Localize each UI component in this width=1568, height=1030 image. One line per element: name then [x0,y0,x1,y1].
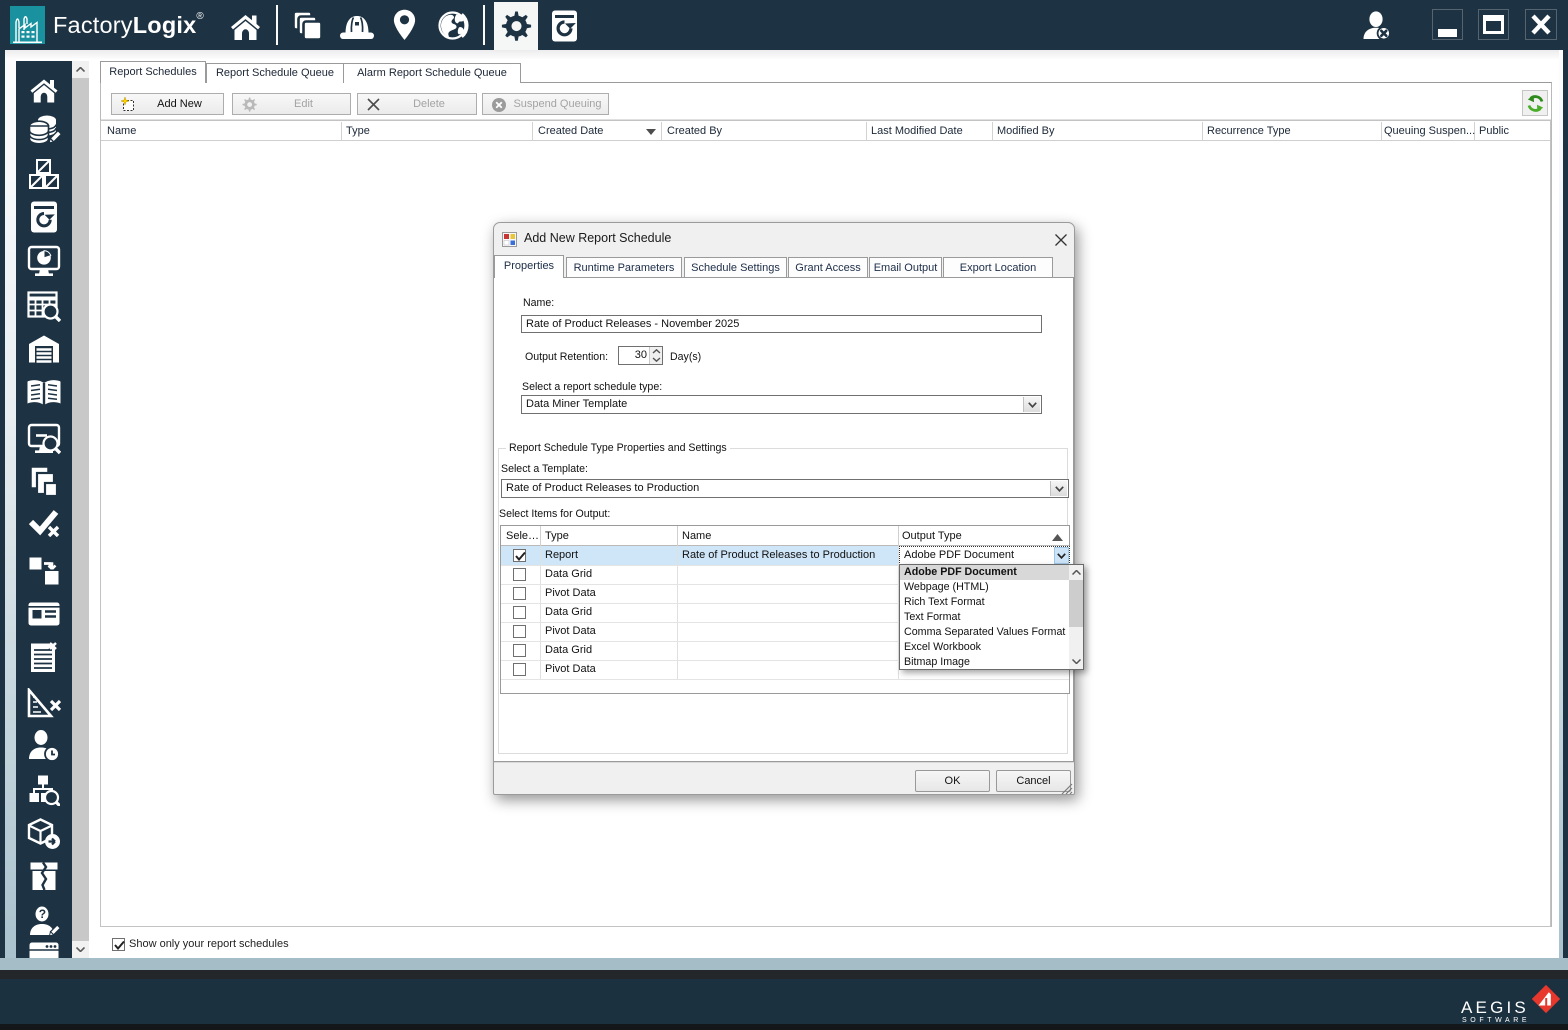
svg-text:?: ? [39,907,46,921]
